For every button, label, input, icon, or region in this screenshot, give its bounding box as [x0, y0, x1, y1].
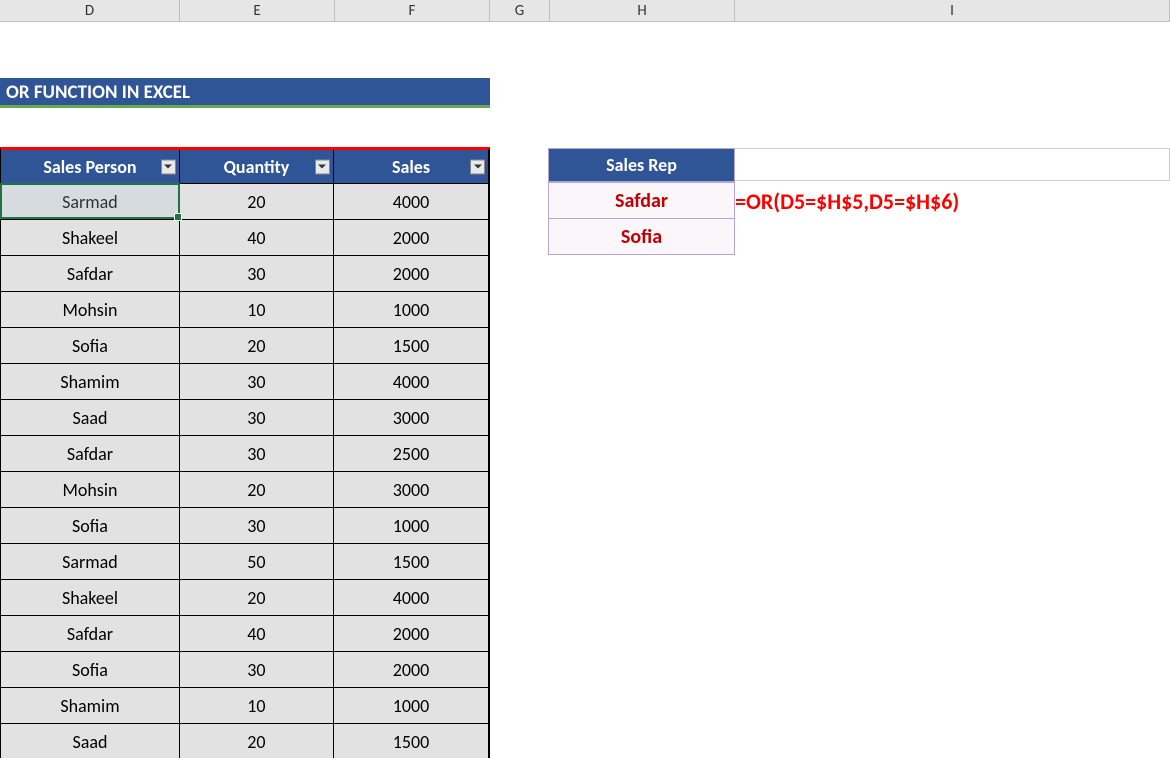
- cell-sales[interactable]: 4000: [334, 579, 488, 615]
- table-row: Mohsin101000: [1, 291, 488, 327]
- header-label: Sales: [392, 156, 430, 178]
- cell-sales[interactable]: 1500: [334, 327, 488, 363]
- cell-sales-person[interactable]: Safdar: [1, 435, 180, 471]
- cell-quantity[interactable]: 10: [180, 291, 334, 327]
- sales-rep-table: Sales Rep Safdar Sofia: [548, 148, 735, 255]
- cell-sales-person[interactable]: Safdar: [1, 255, 180, 291]
- table-row: Saad201500: [1, 723, 488, 758]
- cell-quantity[interactable]: 30: [180, 651, 334, 687]
- cell-quantity[interactable]: 10: [180, 687, 334, 723]
- sales-rep-header[interactable]: Sales Rep: [549, 149, 734, 182]
- cell-sales-person[interactable]: Sarmad: [1, 543, 180, 579]
- cell-sales[interactable]: 3000: [334, 471, 488, 507]
- col-header-E[interactable]: E: [180, 0, 335, 22]
- header-label: Sales Person: [43, 156, 136, 178]
- cell-sales-person[interactable]: Sarmad: [1, 183, 180, 219]
- header-sales[interactable]: Sales: [334, 150, 488, 183]
- cell-sales-person[interactable]: Mohsin: [1, 471, 180, 507]
- filter-dropdown-icon[interactable]: [315, 159, 330, 174]
- cell-sales[interactable]: 1000: [334, 687, 488, 723]
- cell-sales[interactable]: 1000: [334, 507, 488, 543]
- cell-border-i: [735, 148, 1170, 181]
- col-header-D[interactable]: D: [0, 0, 180, 22]
- table-row: Shamim101000: [1, 687, 488, 723]
- table-row: Sofia302000: [1, 651, 488, 687]
- cell-sales-person[interactable]: Sofia: [1, 651, 180, 687]
- col-header-F[interactable]: F: [335, 0, 490, 22]
- filter-dropdown-icon[interactable]: [470, 159, 485, 174]
- cell-quantity[interactable]: 30: [180, 435, 334, 471]
- cell-sales[interactable]: 2000: [334, 219, 488, 255]
- cell-quantity[interactable]: 20: [180, 327, 334, 363]
- table-row: Mohsin203000: [1, 471, 488, 507]
- col-header-G[interactable]: G: [490, 0, 550, 22]
- cell-sales[interactable]: 2000: [334, 651, 488, 687]
- cell-quantity[interactable]: 30: [180, 507, 334, 543]
- cell-quantity[interactable]: 30: [180, 399, 334, 435]
- table-row: Sofia301000: [1, 507, 488, 543]
- cell-sales-person[interactable]: Shakeel: [1, 579, 180, 615]
- cell-quantity[interactable]: 40: [180, 219, 334, 255]
- column-header-row: D E F G H I: [0, 0, 1170, 22]
- cell-sales-person[interactable]: Mohsin: [1, 291, 180, 327]
- cell-sales[interactable]: 1000: [334, 291, 488, 327]
- cell-sales-person[interactable]: Sofia: [1, 327, 180, 363]
- cell-sales[interactable]: 4000: [334, 363, 488, 399]
- cell-quantity[interactable]: 20: [180, 471, 334, 507]
- table-row: Sarmad204000: [1, 183, 488, 219]
- table-row: Shamim304000: [1, 363, 488, 399]
- cell-quantity[interactable]: 20: [180, 579, 334, 615]
- table-row: Saad303000: [1, 399, 488, 435]
- table-row: Safdar402000: [1, 615, 488, 651]
- header-quantity[interactable]: Quantity: [180, 150, 334, 183]
- cell-sales[interactable]: 3000: [334, 399, 488, 435]
- cell-quantity[interactable]: 50: [180, 543, 334, 579]
- header-label: Quantity: [224, 156, 290, 178]
- cell-sales-person[interactable]: Shamim: [1, 363, 180, 399]
- sales-rep-value[interactable]: Sofia: [549, 218, 734, 254]
- cell-sales-person[interactable]: Safdar: [1, 615, 180, 651]
- filter-dropdown-icon[interactable]: [161, 159, 176, 174]
- cell-sales-person[interactable]: Shakeel: [1, 219, 180, 255]
- sales-data-table: Sales Person Quantity Sales Sarmad204000…: [0, 147, 490, 758]
- cell-sales[interactable]: 2000: [334, 615, 488, 651]
- table-row: Sarmad501500: [1, 543, 488, 579]
- cell-sales[interactable]: 2000: [334, 255, 488, 291]
- table-row: Shakeel204000: [1, 579, 488, 615]
- col-header-H[interactable]: H: [550, 0, 735, 22]
- header-sales-person[interactable]: Sales Person: [1, 150, 180, 183]
- cell-sales[interactable]: 2500: [334, 435, 488, 471]
- table-row: Safdar302000: [1, 255, 488, 291]
- cell-sales[interactable]: 4000: [334, 183, 488, 219]
- cell-sales-person[interactable]: Saad: [1, 399, 180, 435]
- cell-quantity[interactable]: 30: [180, 363, 334, 399]
- table-row: Safdar302500: [1, 435, 488, 471]
- table-header-row: Sales Person Quantity Sales: [1, 150, 488, 183]
- cell-quantity[interactable]: 30: [180, 255, 334, 291]
- title-banner: OR FUNCTION IN EXCEL: [0, 78, 490, 108]
- cell-sales-person[interactable]: Shamim: [1, 687, 180, 723]
- sales-rep-value[interactable]: Safdar: [549, 182, 734, 218]
- cell-sales[interactable]: 1500: [334, 543, 488, 579]
- col-header-I[interactable]: I: [735, 0, 1170, 22]
- table-row: Sofia201500: [1, 327, 488, 363]
- cell-quantity[interactable]: 40: [180, 615, 334, 651]
- cell-sales[interactable]: 1500: [334, 723, 488, 758]
- cell-quantity[interactable]: 20: [180, 183, 334, 219]
- cell-quantity[interactable]: 20: [180, 723, 334, 758]
- formula-text: =OR(D5=$H$5,D5=$H$6): [735, 184, 959, 220]
- cell-sales-person[interactable]: Saad: [1, 723, 180, 758]
- cell-sales-person[interactable]: Sofia: [1, 507, 180, 543]
- table-row: Shakeel402000: [1, 219, 488, 255]
